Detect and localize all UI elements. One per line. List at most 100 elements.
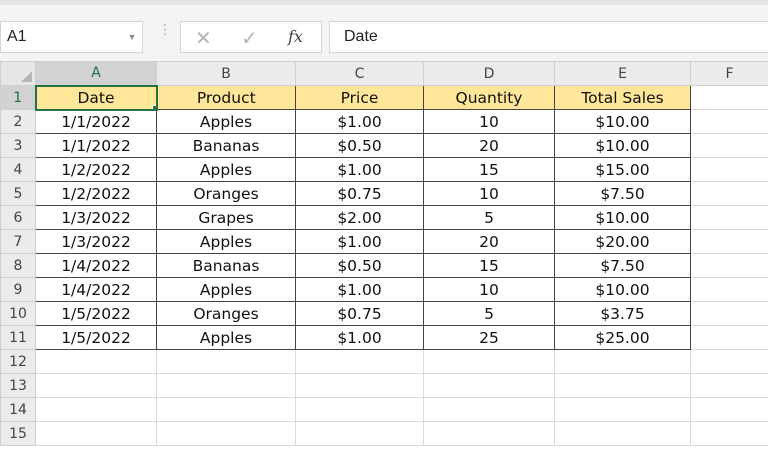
data-cell[interactable]: $7.50 <box>554 253 691 278</box>
data-cell[interactable]: Apples <box>156 229 296 254</box>
data-cell[interactable]: Apples <box>156 277 296 302</box>
empty-cell[interactable] <box>554 373 691 398</box>
empty-cell[interactable] <box>690 421 768 446</box>
fill-handle[interactable] <box>151 104 155 108</box>
column-header-f[interactable]: F <box>690 61 768 86</box>
data-cell[interactable]: 5 <box>423 301 555 326</box>
empty-cell[interactable] <box>690 373 768 398</box>
column-header-e[interactable]: E <box>554 61 691 86</box>
data-cell[interactable]: 10 <box>423 109 555 134</box>
empty-cell[interactable] <box>423 349 555 374</box>
empty-cell[interactable] <box>554 397 691 422</box>
empty-cell[interactable] <box>690 157 768 182</box>
empty-cell[interactable] <box>35 397 157 422</box>
empty-cell[interactable] <box>423 373 555 398</box>
data-cell[interactable]: $2.00 <box>295 205 424 230</box>
data-cell[interactable]: 1/3/2022 <box>35 205 157 230</box>
empty-cell[interactable] <box>156 349 296 374</box>
empty-cell[interactable] <box>690 229 768 254</box>
name-box[interactable]: A1 ▼ <box>0 21 143 53</box>
row-header[interactable]: 11 <box>0 325 36 350</box>
row-header[interactable]: 7 <box>0 229 36 254</box>
data-cell[interactable]: $1.00 <box>295 277 424 302</box>
data-cell[interactable]: 15 <box>423 157 555 182</box>
data-cell[interactable]: Bananas <box>156 253 296 278</box>
select-all-corner[interactable] <box>0 61 36 86</box>
data-cell[interactable]: 25 <box>423 325 555 350</box>
data-cell[interactable]: 5 <box>423 205 555 230</box>
data-cell[interactable]: $15.00 <box>554 157 691 182</box>
data-cell[interactable]: $1.00 <box>295 157 424 182</box>
header-cell[interactable]: Total Sales <box>554 85 691 110</box>
empty-cell[interactable] <box>690 325 768 350</box>
empty-cell[interactable] <box>690 205 768 230</box>
row-header[interactable]: 3 <box>0 133 36 158</box>
data-cell[interactable]: $3.75 <box>554 301 691 326</box>
row-header[interactable]: 1 <box>0 85 37 110</box>
cancel-icon[interactable]: ✕ <box>195 26 212 51</box>
row-header[interactable]: 2 <box>0 109 36 134</box>
empty-cell[interactable] <box>35 349 157 374</box>
data-cell[interactable]: 1/4/2022 <box>35 253 157 278</box>
row-header[interactable]: 13 <box>0 373 36 398</box>
empty-cell[interactable] <box>156 421 296 446</box>
data-cell[interactable]: Oranges <box>156 181 296 206</box>
data-cell[interactable]: $10.00 <box>554 277 691 302</box>
data-cell[interactable]: 1/5/2022 <box>35 325 157 350</box>
name-box-value[interactable]: A1 <box>1 28 122 46</box>
header-cell[interactable]: Quantity <box>423 85 555 110</box>
data-cell[interactable]: $0.50 <box>295 253 424 278</box>
empty-cell[interactable] <box>554 349 691 374</box>
header-cell[interactable]: Price <box>295 85 424 110</box>
data-cell[interactable]: $1.00 <box>295 229 424 254</box>
data-cell[interactable]: $0.50 <box>295 133 424 158</box>
data-cell[interactable]: 20 <box>423 133 555 158</box>
select-all-icon[interactable] <box>21 71 32 82</box>
data-cell[interactable]: $25.00 <box>554 325 691 350</box>
data-cell[interactable]: $1.00 <box>295 325 424 350</box>
data-cell[interactable]: 1/1/2022 <box>35 133 157 158</box>
data-cell[interactable]: Apples <box>156 109 296 134</box>
empty-cell[interactable] <box>554 421 691 446</box>
data-cell[interactable]: Grapes <box>156 205 296 230</box>
column-header-a[interactable]: A <box>35 61 157 87</box>
empty-cell[interactable] <box>690 181 768 206</box>
column-header-b[interactable]: B <box>156 61 296 86</box>
check-icon[interactable]: ✓ <box>241 26 258 51</box>
empty-cell[interactable] <box>35 373 157 398</box>
empty-cell[interactable] <box>295 349 424 374</box>
data-cell[interactable]: 10 <box>423 277 555 302</box>
empty-cell[interactable] <box>690 109 768 134</box>
empty-cell[interactable] <box>690 277 768 302</box>
data-cell[interactable]: 1/2/2022 <box>35 157 157 182</box>
empty-cell[interactable] <box>295 421 424 446</box>
empty-cell[interactable] <box>690 253 768 278</box>
row-header[interactable]: 14 <box>0 397 36 422</box>
data-cell[interactable]: 1/4/2022 <box>35 277 157 302</box>
empty-cell[interactable] <box>295 373 424 398</box>
data-cell[interactable]: 10 <box>423 181 555 206</box>
row-header[interactable]: 10 <box>0 301 36 326</box>
empty-cell[interactable] <box>690 133 768 158</box>
data-cell[interactable]: $10.00 <box>554 109 691 134</box>
data-cell[interactable]: $10.00 <box>554 133 691 158</box>
empty-cell[interactable] <box>156 373 296 398</box>
empty-cell[interactable] <box>690 85 768 110</box>
data-cell[interactable]: 1/1/2022 <box>35 109 157 134</box>
formula-input[interactable]: Date <box>329 21 768 53</box>
row-header[interactable]: 9 <box>0 277 36 302</box>
data-cell[interactable]: $20.00 <box>554 229 691 254</box>
data-cell[interactable]: $7.50 <box>554 181 691 206</box>
empty-cell[interactable] <box>295 397 424 422</box>
empty-cell[interactable] <box>156 397 296 422</box>
data-cell[interactable]: 1/3/2022 <box>35 229 157 254</box>
data-cell[interactable]: 1/5/2022 <box>35 301 157 326</box>
row-header[interactable]: 6 <box>0 205 36 230</box>
chevron-down-icon[interactable]: ▼ <box>122 32 142 42</box>
empty-cell[interactable] <box>423 421 555 446</box>
data-cell[interactable]: Oranges <box>156 301 296 326</box>
row-header[interactable]: 12 <box>0 349 36 374</box>
header-cell[interactable]: Product <box>156 85 296 110</box>
data-cell[interactable]: Bananas <box>156 133 296 158</box>
row-header[interactable]: 5 <box>0 181 36 206</box>
